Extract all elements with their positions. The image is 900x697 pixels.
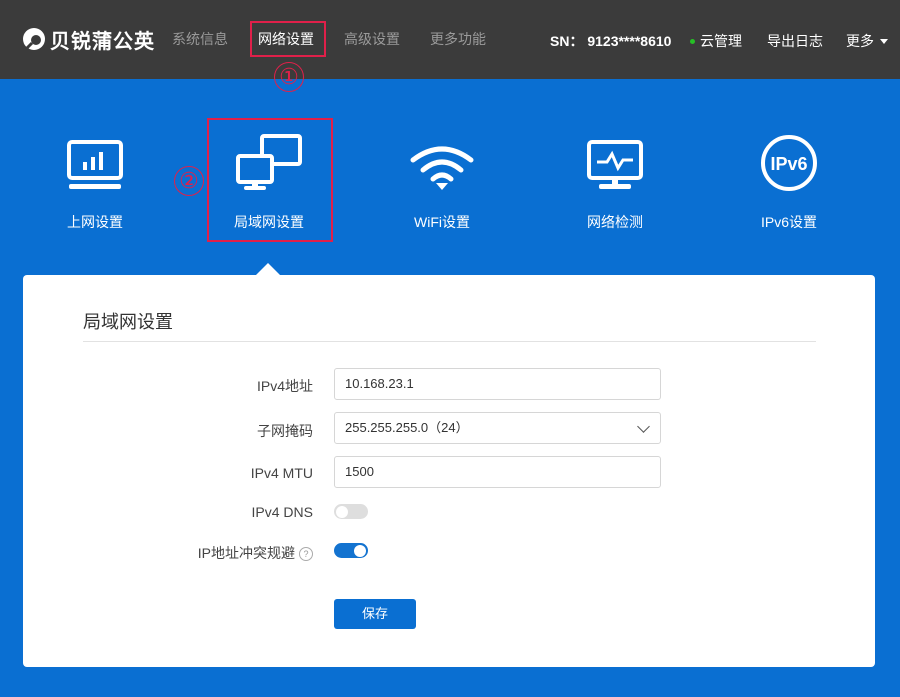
subnet-mask-label: 子网掩码 xyxy=(257,423,313,439)
func-internet-settings[interactable]: 上网设置 xyxy=(35,130,155,232)
ip-conflict-avoid-toggle[interactable] xyxy=(334,543,368,558)
func-label: 网络检测 xyxy=(587,214,643,230)
help-icon[interactable]: ? xyxy=(299,547,313,562)
subnet-mask-value: 255.255.255.0（24） xyxy=(345,420,469,435)
cloud-manage-link[interactable]: 云管理 xyxy=(690,31,742,51)
func-network-diagnostics[interactable]: 网络检测 xyxy=(555,130,675,232)
more-dropdown[interactable]: 更多 xyxy=(846,31,888,51)
func-wifi-settings[interactable]: WiFi设置 xyxy=(382,130,502,232)
ipv4-dns-label: IPv4 DNS xyxy=(251,504,313,520)
nav-more-functions[interactable]: 更多功能 xyxy=(430,29,486,49)
highlight-box-lan-settings xyxy=(207,118,333,242)
nav-advanced-settings[interactable]: 高级设置 xyxy=(344,29,400,49)
cloud-manage-label: 云管理 xyxy=(700,33,742,49)
chevron-down-icon xyxy=(637,420,650,433)
active-pointer xyxy=(256,263,280,275)
ipv6-badge-icon: IPv6 xyxy=(761,135,817,191)
func-label: 上网设置 xyxy=(67,214,123,230)
lan-settings-card: 局域网设置 IPv4地址 10.168.23.1 子网掩码 255.255.25… xyxy=(23,275,875,667)
highlight-box-network-settings xyxy=(250,21,326,57)
ip-conflict-avoid-row-label: IP地址冲突规避? xyxy=(23,543,313,563)
ipv4-address-label: IPv4地址 xyxy=(256,378,313,394)
ipv4-dns-toggle[interactable] xyxy=(334,504,368,519)
serial-number-value: 9123****8610 xyxy=(587,33,672,49)
save-button[interactable]: 保存 xyxy=(334,599,416,629)
top-navbar: 贝锐蒲公英 系统信息 网络设置 高级设置 更多功能 SN： 9123****86… xyxy=(0,0,900,79)
brand-name: 贝锐蒲公英 xyxy=(50,30,155,53)
ipv4-mtu-label: IPv4 MTU xyxy=(250,465,313,481)
ip-conflict-avoid-label: IP地址冲突规避 xyxy=(197,545,295,561)
annotation-marker-1: ① xyxy=(274,62,304,92)
serial-number-label: SN： xyxy=(550,33,584,49)
divider xyxy=(83,341,816,342)
func-label: WiFi设置 xyxy=(414,214,470,230)
toggle-knob xyxy=(336,505,348,518)
annotation-marker-2: ② xyxy=(174,166,204,196)
monitor-chart-icon xyxy=(67,140,123,189)
subnet-mask-select[interactable]: 255.255.255.0（24） xyxy=(334,412,661,444)
export-log-link[interactable]: 导出日志 xyxy=(767,31,823,51)
more-label: 更多 xyxy=(846,33,874,49)
serial-number: SN： 9123****8610 xyxy=(550,31,671,51)
brand-logo[interactable]: 贝锐蒲公英 xyxy=(22,25,155,53)
wifi-icon xyxy=(410,146,474,190)
func-label: IPv6设置 xyxy=(760,214,817,230)
online-status-dot xyxy=(690,38,695,44)
card-title: 局域网设置 xyxy=(83,312,173,332)
ipv4-mtu-input[interactable]: 1500 xyxy=(334,456,661,488)
nav-system-info[interactable]: 系统信息 xyxy=(172,29,228,49)
ipv6-icon-text: IPv6 xyxy=(770,154,807,174)
monitor-pulse-icon xyxy=(587,140,643,189)
dandelion-logo-icon xyxy=(23,28,45,51)
ipv4-address-input[interactable]: 10.168.23.1 xyxy=(334,368,661,400)
func-ipv6-settings[interactable]: IPv6 IPv6设置 xyxy=(729,130,849,232)
caret-down-icon xyxy=(880,38,888,44)
toggle-knob xyxy=(354,544,366,557)
